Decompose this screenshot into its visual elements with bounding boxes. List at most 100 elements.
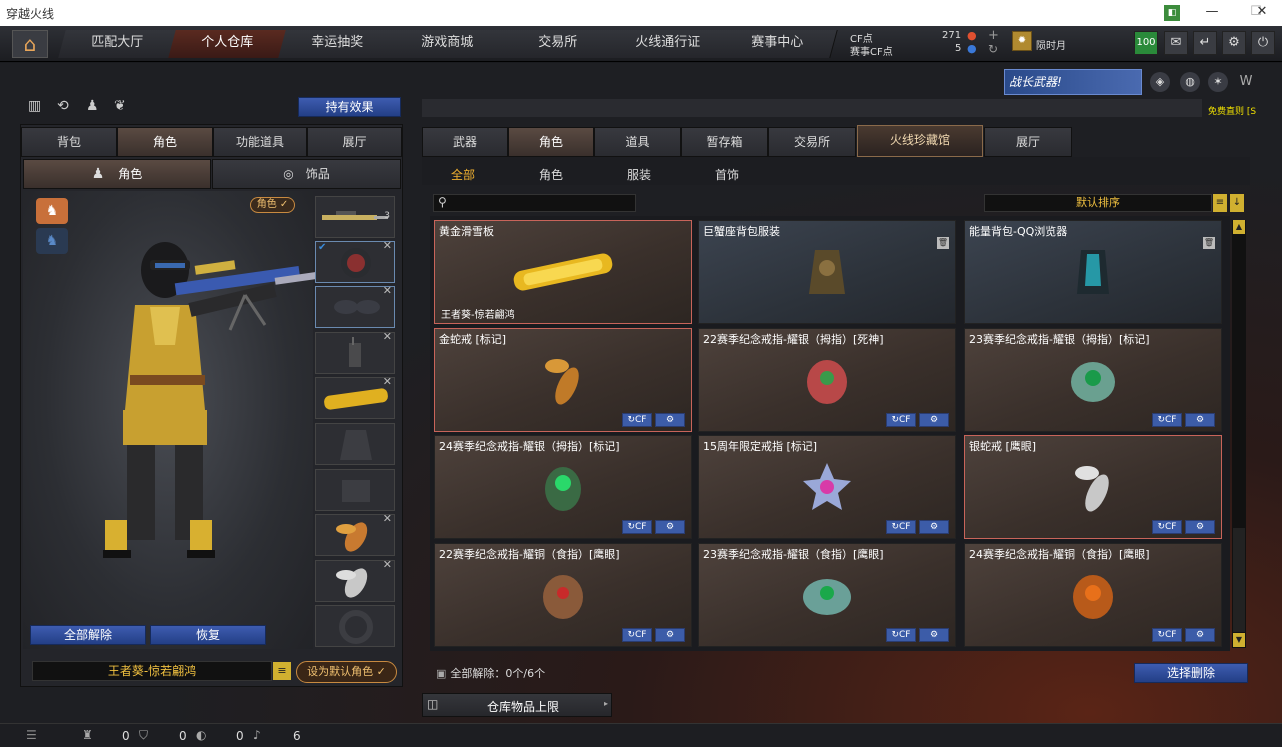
shield-icon[interactable]: ◈ [1150, 72, 1170, 92]
nav-tab-lottery[interactable]: 幸运抽奖 [278, 30, 398, 58]
cf-exchange-button[interactable]: ↻CF [886, 520, 916, 534]
slot-weapon[interactable]: 3 [315, 196, 395, 238]
left-tab-character[interactable]: 角色 [117, 127, 213, 157]
unequip-all-button[interactable]: 全部解除 [30, 625, 146, 645]
item-card[interactable]: 能量背包-QQ浏览器 🗑 [964, 220, 1222, 324]
item-card[interactable]: 23赛季纪念戒指-耀银（拇指）[标记] ↻CF ⚙ [964, 328, 1222, 432]
item-settings-button[interactable]: ⚙ [655, 628, 685, 642]
item-card[interactable]: 22赛季纪念戒指-耀铜（食指）[鹰眼] ↻CF ⚙ [434, 543, 692, 647]
sort-menu-icon[interactable]: ≡ [1213, 194, 1227, 212]
shield-status-icon[interactable]: ⛉ [139, 728, 148, 743]
left-tab-showroom[interactable]: 展厅 [307, 127, 402, 157]
cf-exchange-button[interactable]: ↻CF [1152, 628, 1182, 642]
item-card[interactable]: 银蛇戒 [鹰眼] ↻CF ⚙ [964, 435, 1222, 539]
scroll-track[interactable] [1233, 236, 1245, 526]
power-icon[interactable]: ⏻ [1251, 31, 1275, 55]
stats-icon[interactable]: ▥ [28, 98, 41, 114]
search-input[interactable]: ⚲ [433, 194, 636, 212]
add-cf-icon[interactable]: + [988, 28, 999, 43]
cf-exchange-button[interactable]: ↻CF [1152, 520, 1182, 534]
right-tab-characters[interactable]: 角色 [508, 127, 594, 157]
item-settings-button[interactable]: ⚙ [919, 520, 949, 534]
speaker-icon[interactable]: ♪ [253, 728, 261, 742]
slot-gold-ring[interactable]: ✕ [315, 514, 395, 556]
remove-icon[interactable]: ✕ [383, 561, 392, 571]
faction-blue-icon[interactable]: ♞ [36, 228, 68, 254]
menu-list-icon[interactable]: ☰ [26, 728, 37, 742]
nav-tab-exchange[interactable]: 交易所 [498, 30, 618, 58]
subtab-accessory[interactable]: ◎ 饰品 [212, 159, 401, 189]
right-tab-weapons[interactable]: 武器 [422, 127, 508, 157]
close-button[interactable]: ✕ [1252, 4, 1272, 19]
scroll-thumb[interactable] [1233, 528, 1245, 632]
home-icon[interactable]: ⌂ [12, 30, 48, 58]
slot-radio[interactable]: ✕ [315, 332, 395, 374]
refresh-icon[interactable]: ↻ [988, 42, 998, 56]
sort-direction-icon[interactable]: ↓ [1230, 194, 1244, 212]
item-card[interactable]: 24赛季纪念戒指-耀银（拇指）[标记] ↻CF ⚙ [434, 435, 692, 539]
team-icon[interactable]: ♜ [82, 728, 93, 742]
cf-exchange-button[interactable]: ↻CF [886, 628, 916, 642]
slot-empty-ring[interactable] [315, 605, 395, 647]
scroll-up-icon[interactable]: ▲ [1233, 220, 1245, 234]
rotate-icon[interactable]: ⟲ [57, 98, 69, 114]
item-card[interactable]: 巨蟹座背包服装 🗑 [698, 220, 956, 324]
right-tab-props[interactable]: 道具 [594, 127, 681, 157]
set-default-button[interactable]: 设为默认角色 ✓ [296, 661, 397, 683]
right-tab-collection[interactable]: 火线珍藏馆 [857, 125, 983, 157]
character-icon[interactable]: ♟ [86, 98, 99, 114]
scroll-down-icon[interactable]: ▼ [1233, 633, 1245, 647]
remove-icon[interactable]: ✕ [383, 242, 392, 252]
item-card[interactable]: 24赛季纪念戒指-耀铜（食指）[鹰眼] ↻CF ⚙ [964, 543, 1222, 647]
bird-icon[interactable]: ✶ [1208, 72, 1228, 92]
item-card[interactable]: 23赛季纪念戒指-耀银（食指）[鹰眼] ↻CF ⚙ [698, 543, 956, 647]
item-card[interactable]: 金蛇戒 [标记] ↻CF ⚙ [434, 328, 692, 432]
cf-exchange-button[interactable]: ↻CF [1152, 413, 1182, 427]
nav-tab-events[interactable]: 赛事中心 [718, 30, 838, 58]
subtab-character[interactable]: ♟ 角色 [23, 159, 211, 189]
item-settings-button[interactable]: ⚙ [919, 628, 949, 642]
subtab-all[interactable]: 全部 [451, 166, 475, 183]
nav-tab-shop[interactable]: 游戏商城 [388, 30, 508, 58]
cf-exchange-button[interactable]: ↻CF [622, 413, 652, 427]
remove-icon[interactable]: ✕ [383, 515, 392, 525]
w-logo-icon[interactable]: W [1236, 72, 1256, 92]
return-icon[interactable]: ↵ [1193, 31, 1217, 55]
minimize-button[interactable]: — [1202, 4, 1222, 19]
right-tab-exchange[interactable]: 交易所 [768, 127, 856, 157]
slot-silver-ring[interactable]: ✕ [315, 560, 395, 602]
item-settings-button[interactable]: ⚙ [919, 413, 949, 427]
left-tab-items[interactable]: 功能道具 [213, 127, 307, 157]
subtab-role[interactable]: 角色 [539, 166, 563, 183]
subtab-clothing[interactable]: 服装 [627, 166, 651, 183]
slot-helmet[interactable]: ✕ ✔ [315, 241, 395, 283]
slot-empty-vest[interactable] [315, 423, 395, 465]
item-card[interactable]: 黄金滑雪板 王者葵-惊若翩鸿 [434, 220, 692, 324]
scrollbar[interactable]: ▲ ▼ [1232, 220, 1246, 648]
item-settings-button[interactable]: ⚙ [655, 520, 685, 534]
select-delete-button[interactable]: 选择删除 [1134, 663, 1248, 683]
remove-icon[interactable]: ✕ [383, 287, 392, 297]
storage-limit-bar[interactable]: ◫ 仓库物品上限 ▸ [422, 693, 612, 717]
cf-exchange-button[interactable]: ↻CF [622, 520, 652, 534]
slot-glasses[interactable]: ✕ [315, 286, 395, 328]
item-settings-button[interactable]: ⚙ [1185, 628, 1215, 642]
list-menu-icon[interactable]: ≡ [273, 662, 291, 680]
globe-icon[interactable]: ◍ [1180, 72, 1200, 92]
slot-snowboard[interactable]: ✕ [315, 377, 395, 419]
settings-gear-icon[interactable]: ⚙ [1222, 31, 1246, 55]
cf-exchange-button[interactable]: ↻CF [886, 413, 916, 427]
pet-icon[interactable]: ❦ [114, 98, 126, 114]
subtab-jewelry[interactable]: 首饰 [715, 166, 739, 183]
mail-icon[interactable]: ✉ [1164, 31, 1188, 55]
trash-icon[interactable]: 🗑 [1203, 237, 1215, 249]
right-tab-showroom[interactable]: 展厅 [984, 127, 1072, 157]
cf-exchange-button[interactable]: ↻CF [622, 628, 652, 642]
right-tab-storage[interactable]: 暂存箱 [681, 127, 768, 157]
slot-empty-pouch[interactable] [315, 469, 395, 511]
character-name-field[interactable]: 王者葵-惊若翩鸿 [32, 661, 272, 681]
item-settings-button[interactable]: ⚙ [655, 413, 685, 427]
item-settings-button[interactable]: ⚙ [1185, 413, 1215, 427]
item-card[interactable]: 15周年限定戒指 [标记] ↻CF ⚙ [698, 435, 956, 539]
effects-button[interactable]: 持有效果 [298, 97, 401, 117]
